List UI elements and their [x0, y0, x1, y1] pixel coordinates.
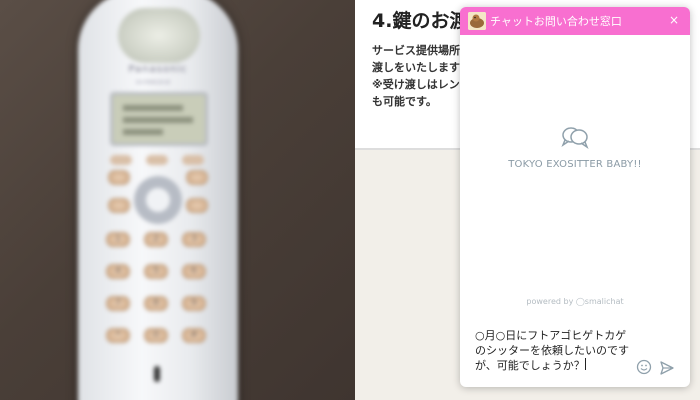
- key-5: 5: [144, 264, 168, 279]
- chat-header[interactable]: チャットお問い合わせ窓口 ×: [460, 7, 690, 35]
- key-3: 3: [182, 232, 206, 247]
- phone-handset-image: Panasonic KX-FKN526-W 1 2 3 4 5 6 7 8 9: [78, 0, 238, 400]
- phone-model: KX-FKN526-W: [136, 80, 171, 86]
- key-7: 7: [106, 296, 130, 311]
- chat-bubbles-icon: [561, 127, 589, 149]
- microphone: [154, 366, 160, 382]
- key-star: *: [106, 328, 130, 343]
- section-heading: 4.鍵のお渡: [372, 10, 469, 32]
- phone-display: [110, 92, 208, 146]
- key-6: 6: [182, 264, 206, 279]
- key-9: 9: [182, 296, 206, 311]
- key-hash: #: [182, 328, 206, 343]
- earpiece: [118, 8, 200, 63]
- powered-by[interactable]: powered by ◯smalichat: [460, 297, 690, 306]
- message-input[interactable]: ○月○日にフトアゴヒゲトカゲ のシッターを依頼したいのです が、可能でしょうか？: [475, 328, 641, 384]
- avatar: [468, 12, 486, 30]
- phone-brand: Panasonic: [128, 64, 188, 75]
- emoji-icon[interactable]: [636, 359, 652, 375]
- business-name: TOKYO EXOSITTER BABY!!: [508, 159, 642, 170]
- key-2: 2: [144, 232, 168, 247]
- key-8: 8: [144, 296, 168, 311]
- key-0: 0: [144, 328, 168, 343]
- navigation-pad: [134, 176, 182, 224]
- chat-title: チャットお問い合わせ窓口: [490, 15, 622, 28]
- key-1: 1: [106, 232, 130, 247]
- close-icon[interactable]: ×: [666, 12, 682, 28]
- send-icon[interactable]: [659, 360, 675, 376]
- product-photo: Panasonic KX-FKN526-W 1 2 3 4 5 6 7 8 9: [0, 0, 355, 400]
- key-4: 4: [106, 264, 130, 279]
